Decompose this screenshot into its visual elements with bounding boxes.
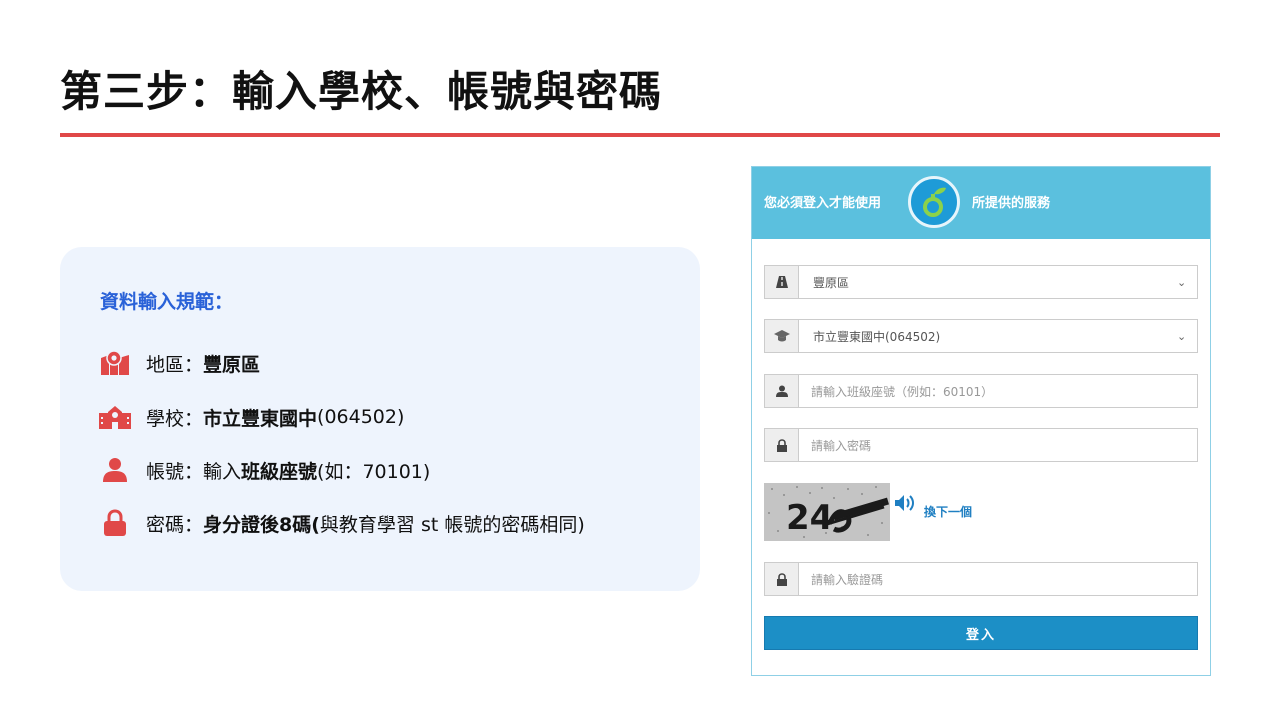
captcha-image: 24 (764, 483, 890, 541)
map-pin-icon (98, 349, 132, 377)
account-input[interactable]: 請輸入班級座號（例如：60101） (764, 374, 1198, 408)
rule-account-label: 帳號：輸入 (146, 460, 242, 483)
rule-school-label: 學校： (146, 407, 204, 430)
lock-icon (765, 429, 799, 461)
title-divider (60, 133, 1220, 137)
login-panel: 您必須登入才能使用 所提供的服務 豐原區 ⌄ 市立豐東國中(064502) ⌄ … (751, 166, 1211, 676)
password-input[interactable]: 請輸入密碼 (764, 428, 1198, 462)
rule-account: 帳號：輸入 班級座號 (如：70101) (98, 455, 430, 485)
chevron-down-icon: ⌄ (1177, 275, 1187, 289)
rule-password-label: 密碼： (146, 513, 204, 536)
lock-icon (765, 563, 799, 595)
rule-account-example: (如：70101) (317, 460, 431, 483)
rule-password-value: 身分證後8碼( (203, 513, 320, 536)
rule-district-value: 豐原區 (203, 353, 261, 376)
rule-school: 學校： 市立豐東國中 (064502) (98, 402, 404, 432)
school-select-value: 市立豐東國中(064502) (813, 329, 941, 344)
lock-icon (98, 509, 132, 537)
district-select[interactable]: 豐原區 ⌄ (764, 265, 1198, 299)
user-icon (765, 375, 799, 407)
account-input-placeholder: 請輸入班級座號（例如：60101） (811, 384, 994, 399)
district-select-value: 豐原區 (813, 275, 850, 290)
rule-account-value: 班級座號 (241, 460, 318, 483)
rule-school-value: 市立豐東國中 (203, 407, 318, 430)
rule-district-label: 地區： (146, 353, 204, 376)
captcha-input[interactable]: 請輸入驗證碼 (764, 562, 1198, 596)
road-icon (765, 266, 799, 298)
service-logo-icon (908, 176, 960, 228)
school-select[interactable]: 市立豐東國中(064502) ⌄ (764, 319, 1198, 353)
rules-heading: 資料輸入規範： (100, 291, 234, 313)
school-icon (98, 403, 132, 431)
refresh-captcha-link[interactable]: 換下一個 (924, 503, 972, 520)
chevron-down-icon: ⌄ (1177, 329, 1187, 343)
page-title: 第三步：輸入學校、帳號與密碼 (60, 67, 663, 116)
header-text-left: 您必須登入才能使用 (764, 196, 882, 211)
graduation-cap-icon (765, 320, 799, 352)
input-rules-card: 資料輸入規範： 地區： 豐原區 學校： 市立豐東國中 (064502) 帳號：輸… (60, 247, 700, 591)
user-icon (98, 456, 132, 484)
login-button[interactable]: 登入 (764, 616, 1198, 650)
rule-password-note: 與教育學習 st 帳號的密碼相同) (319, 513, 585, 536)
rule-school-code: (064502) (317, 406, 405, 428)
captcha-input-placeholder: 請輸入驗證碼 (811, 572, 884, 587)
password-input-placeholder: 請輸入密碼 (811, 438, 872, 453)
login-header: 您必須登入才能使用 所提供的服務 (752, 167, 1210, 239)
rule-password: 密碼： 身分證後8碼(與教育學習 st 帳號的密碼相同) (98, 508, 585, 538)
captcha-text: 24 (786, 498, 833, 538)
rule-district: 地區： 豐原區 (98, 348, 260, 378)
speaker-icon[interactable] (894, 494, 916, 516)
header-text-right: 所提供的服務 (972, 196, 1051, 211)
